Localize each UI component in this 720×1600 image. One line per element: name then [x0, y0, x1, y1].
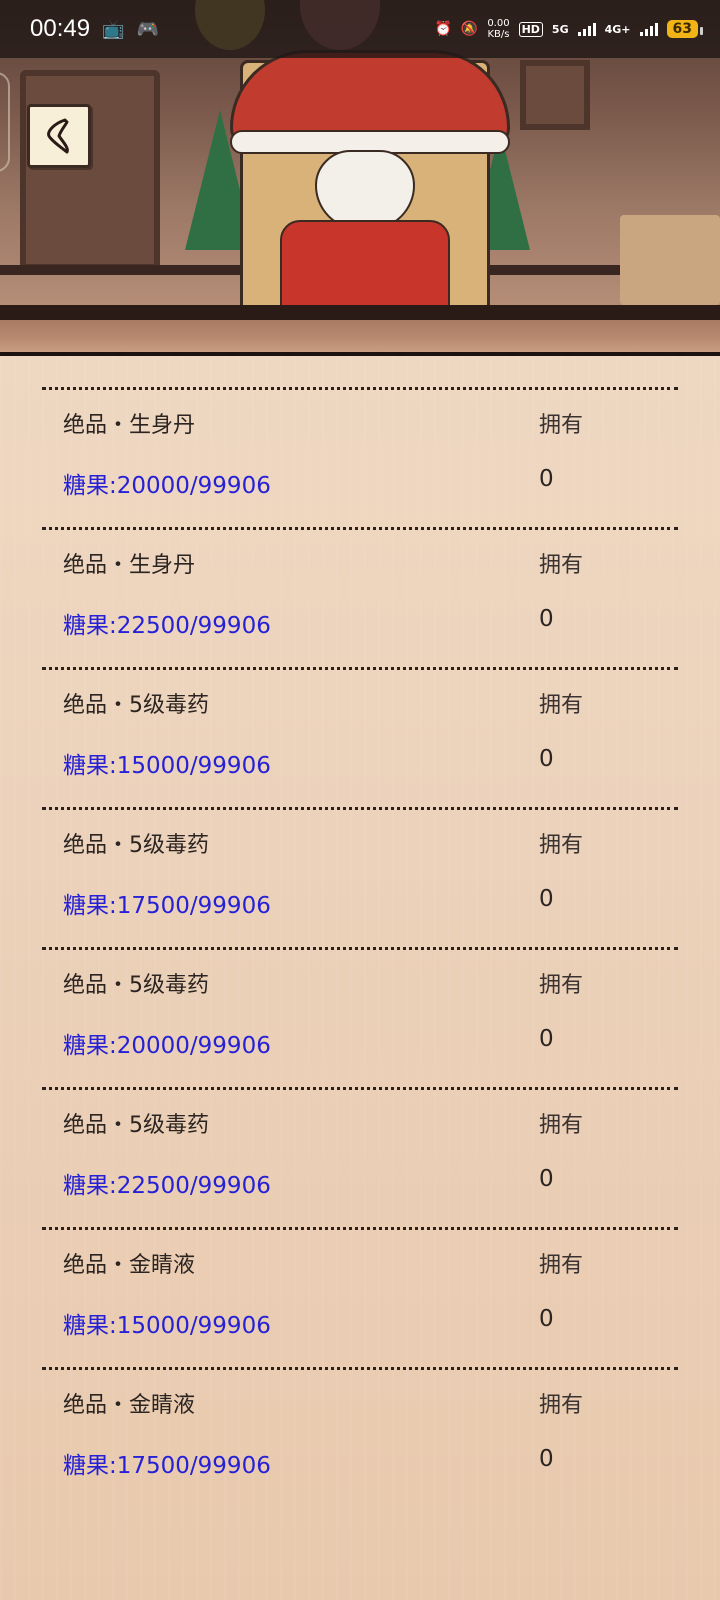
owned-count: 0	[539, 606, 554, 632]
owned-label: 拥有	[539, 693, 584, 718]
item-name: 绝品・5级毒药	[63, 693, 209, 718]
signal-bars-icon	[639, 22, 658, 36]
list-item[interactable]: 绝品・生身丹糖果:20000/99906 拥有 0	[0, 390, 720, 530]
edge-handle	[0, 72, 10, 172]
sim1-type: 5G	[551, 22, 569, 36]
banner-window	[20, 70, 160, 270]
list-item[interactable]: 绝品・生身丹糖果:22500/99906 拥有 0	[0, 530, 720, 670]
list-item[interactable]: 绝品・5级毒药糖果:15000/99906 拥有 0	[0, 670, 720, 810]
item-price: 糖果:15000/99906	[63, 1313, 271, 1339]
owned-count: 0	[539, 1446, 554, 1472]
santa-beard	[315, 150, 415, 230]
banner-rail	[0, 305, 720, 320]
item-name: 绝品・5级毒药	[63, 833, 209, 858]
list-item[interactable]: 绝品・5级毒药糖果:17500/99906 拥有 0	[0, 810, 720, 950]
net-speed-value: 0.00	[487, 18, 510, 29]
status-bar: 00:49 📺 🎮 ⏰ 🔕 0.00 KB/s HD 5G 4G+ 63	[0, 0, 720, 58]
signal-bars-icon	[577, 22, 596, 36]
mute-icon: 🔕	[460, 21, 479, 37]
gamepad-icon: 🎮	[136, 18, 159, 40]
owned-label: 拥有	[539, 1113, 584, 1138]
item-name: 绝品・5级毒药	[63, 973, 209, 998]
list-item[interactable]: 绝品・金睛液糖果:15000/99906 拥有 0	[0, 1230, 720, 1370]
owned-label: 拥有	[539, 833, 584, 858]
list-item[interactable]: 绝品・5级毒药糖果:22500/99906 拥有 0	[0, 1090, 720, 1230]
owned-count: 0	[539, 886, 554, 912]
owned-count: 0	[539, 746, 554, 772]
item-name: 绝品・金睛液	[63, 1393, 196, 1418]
net-speed-unit: KB/s	[487, 29, 510, 40]
status-time: 00:49	[30, 15, 91, 42]
sim2-type: 4G+	[604, 22, 631, 36]
owned-count: 0	[539, 1306, 554, 1332]
item-name: 绝品・金睛液	[63, 1253, 196, 1278]
alarm-icon: ⏰	[434, 21, 452, 37]
item-price: 糖果:20000/99906	[63, 473, 271, 499]
owned-label: 拥有	[539, 973, 584, 998]
owned-label: 拥有	[539, 1253, 584, 1278]
back-button[interactable]	[27, 104, 91, 168]
net-speed: 0.00 KB/s	[487, 18, 509, 40]
banner-gift-box	[620, 215, 720, 305]
item-name: 绝品・5级毒药	[63, 1113, 209, 1138]
owned-label: 拥有	[539, 553, 584, 578]
item-panel: 绝品・生身丹 糖果:20000/99906 拥有 0 绝品・生身丹 糖果:22500/99…	[0, 320, 720, 1600]
status-icons: ⏰ 🔕 0.00 KB/s HD 5G 4G+ 63	[434, 18, 704, 40]
item-price: 糖果:17500/99906	[63, 893, 271, 919]
owned-label: 拥有	[539, 1393, 584, 1418]
owned-count: 0	[539, 1166, 554, 1192]
item-name: 绝品・生身丹	[63, 553, 196, 578]
item-price: 糖果:22500/99906	[63, 613, 271, 639]
item-name: 绝品・生身丹	[63, 413, 196, 438]
owned-label: 拥有	[539, 413, 584, 438]
item-price: 糖果:17500/99906	[63, 1453, 271, 1479]
panel-top-border	[0, 320, 720, 356]
item-price: 糖果:15000/99906	[63, 753, 271, 779]
chevron-left-icon	[47, 118, 69, 154]
hd-badge: HD	[518, 21, 543, 37]
list-item[interactable]: 绝品・金睛液糖果:17500/99906 拥有 0	[0, 1370, 720, 1490]
item-price: 糖果:20000/99906	[63, 1033, 271, 1059]
banner-picture-frame	[520, 60, 590, 130]
owned-count: 0	[539, 466, 554, 492]
battery-icon: 63	[666, 20, 704, 38]
list-item[interactable]: 绝品・5级毒药糖果:20000/99906 拥有 0	[0, 950, 720, 1090]
tv-icon: 📺	[102, 18, 125, 40]
item-price: 糖果:22500/99906	[63, 1173, 271, 1199]
item-list[interactable]: 绝品・生身丹 糖果:20000/99906 拥有 0 绝品・生身丹 糖果:22500/99…	[0, 387, 720, 1490]
owned-count: 0	[539, 1026, 554, 1052]
